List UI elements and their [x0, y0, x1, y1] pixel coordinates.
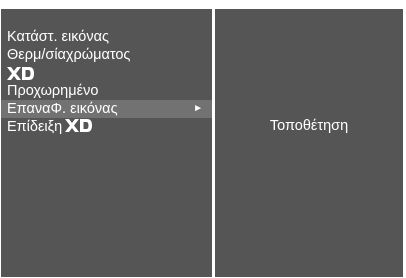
menu-item-xd[interactable]: XD: [1, 64, 212, 82]
menu-item-color-temperature[interactable]: Θερμ/σίαχρώματος: [1, 46, 212, 64]
submenu-item-position[interactable]: Τοποθέτηση: [215, 117, 403, 135]
menu-item-label: Θερμ/σίαχρώματος: [7, 47, 131, 63]
menu-item-label: ΕπαναΦ. εικόνας: [7, 101, 118, 117]
menu-item-advanced[interactable]: Προχωρημένο: [1, 82, 212, 100]
menu-item-label: Επίδειξη: [7, 119, 63, 135]
xd-logo-icon: XD: [7, 66, 34, 80]
osd-screen: Κατάστ. εικόνας Θερμ/σίαχρώματος XD Προχ…: [0, 0, 406, 278]
menu-item-xd-demo[interactable]: Επίδειξη XD: [1, 118, 212, 136]
submenu-panel: Τοποθέτηση: [215, 9, 403, 277]
right-triangle-icon: ►: [193, 103, 203, 114]
main-menu-panel: Κατάστ. εικόνας Θερμ/σίαχρώματος XD Προχ…: [1, 9, 212, 277]
menu-item-picture-reset[interactable]: ΕπαναΦ. εικόνας ►: [1, 100, 212, 118]
xd-logo-icon: XD: [65, 119, 93, 132]
menu-item-label: Κατάστ. εικόνας: [7, 29, 109, 45]
menu-item-label: Προχωρημένο: [7, 83, 99, 99]
menu-item-picture-mode[interactable]: Κατάστ. εικόνας: [1, 28, 212, 46]
main-menu: Κατάστ. εικόνας Θερμ/σίαχρώματος XD Προχ…: [1, 28, 212, 136]
